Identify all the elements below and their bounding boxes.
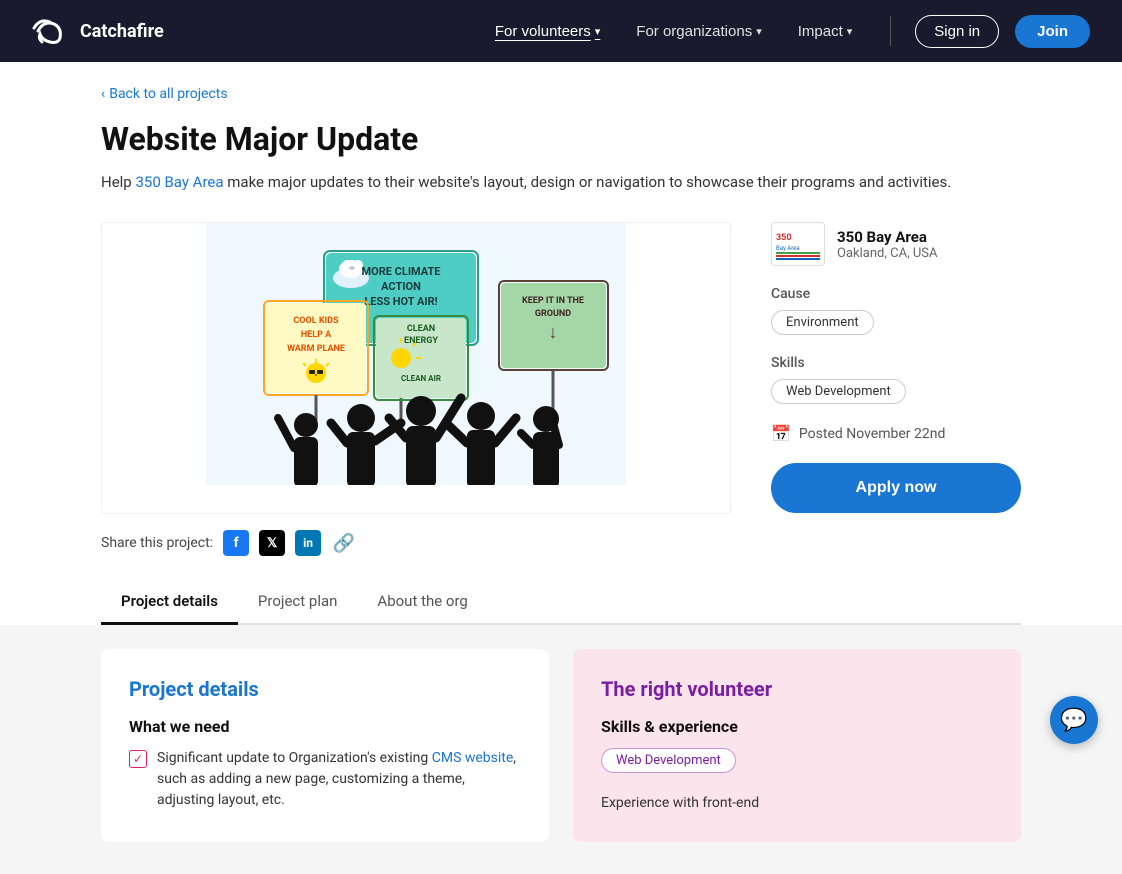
org-location: Oakland, CA, USA: [837, 246, 937, 261]
calendar-icon: 📅: [771, 424, 791, 443]
bottom-section: Project details What we need ✓ Significa…: [0, 625, 1122, 874]
tabs-bar: Project details Project plan About the o…: [101, 580, 1021, 625]
nav-organizations[interactable]: For organizations ▾: [622, 15, 775, 48]
org-name: 350 Bay Area: [837, 228, 937, 246]
svg-text:HELP A: HELP A: [301, 330, 332, 340]
join-button[interactable]: Join: [1015, 15, 1090, 48]
page-title: Website Major Update: [101, 120, 1021, 158]
share-label: Share this project:: [101, 535, 213, 551]
skills-exp-title: Skills & experience: [601, 717, 993, 736]
apply-button[interactable]: Apply now: [771, 463, 1021, 513]
desc-suffix: make major updates to their website's la…: [224, 173, 952, 191]
chevron-down-icon: ▾: [595, 25, 601, 38]
navigation: Catchafire For volunteers ▾ For organiza…: [0, 0, 1122, 62]
svg-text:ACTION: ACTION: [381, 280, 421, 293]
desc-prefix: Help: [101, 173, 135, 191]
detail-card: Project details What we need ✓ Significa…: [101, 649, 549, 842]
project-image: MORE CLIMATE ACTION LESS HOT AIR! CLEAN …: [101, 222, 731, 514]
svg-text:Bay Area: Bay Area: [776, 245, 800, 252]
svg-text:CLEAN AIR: CLEAN AIR: [401, 374, 441, 383]
tab-project-plan[interactable]: Project plan: [238, 580, 358, 625]
signin-button[interactable]: Sign in: [915, 15, 999, 48]
org-info: 350 Bay Area Oakland, CA, USA: [837, 228, 937, 261]
right-card: The right volunteer Skills & experience …: [573, 649, 1021, 842]
svg-text:CLEAN: CLEAN: [407, 324, 435, 334]
link-share-icon[interactable]: 🔗: [331, 530, 357, 556]
cms-link[interactable]: CMS website: [432, 750, 514, 766]
skills-tag: Web Development: [771, 379, 906, 404]
skill-tag-pink: Web Development: [601, 748, 736, 773]
chat-icon: 💬: [1060, 708, 1087, 733]
checkbox-icon: ✓: [129, 750, 147, 768]
chevron-down-icon: ▾: [756, 25, 762, 38]
checkbox-text: Significant update to Organization's exi…: [157, 748, 521, 811]
logo[interactable]: Catchafire: [32, 16, 164, 46]
nav-impact[interactable]: Impact ▾: [784, 15, 867, 48]
chevron-down-icon: ▾: [847, 25, 853, 38]
checkbox-row: ✓ Significant update to Organization's e…: [129, 748, 521, 811]
logo-text: Catchafire: [80, 21, 164, 42]
breadcrumb-label: Back to all projects: [109, 86, 227, 102]
org-card: 350 Bay Area 350 Bay Area Oakland, CA, U…: [771, 222, 1021, 266]
skills-label: Skills: [771, 355, 1021, 371]
cause-section: Cause Environment: [771, 286, 1021, 335]
tab-project-details[interactable]: Project details: [101, 580, 238, 625]
chat-button[interactable]: 💬: [1050, 696, 1098, 744]
svg-text:MORE CLIMATE: MORE CLIMATE: [361, 265, 440, 278]
org-link[interactable]: 350 Bay Area: [135, 173, 223, 191]
project-layout: MORE CLIMATE ACTION LESS HOT AIR! CLEAN …: [101, 222, 1021, 556]
bottom-cards: Project details What we need ✓ Significa…: [81, 649, 1041, 842]
svg-text:ENERGY: ENERGY: [404, 336, 438, 346]
svg-text:GROUND: GROUND: [535, 309, 571, 319]
right-card-title: The right volunteer: [601, 677, 993, 701]
cause-label: Cause: [771, 286, 1021, 302]
share-row: Share this project: f 𝕏 in 🔗: [101, 530, 731, 556]
nav-links: For volunteers ▾ For organizations ▾ Imp…: [481, 15, 1090, 48]
svg-text:WARM PLANE: WARM PLANE: [287, 344, 345, 354]
org-logo: 350 Bay Area: [771, 222, 825, 266]
svg-text:350: 350: [776, 233, 792, 243]
breadcrumb[interactable]: ‹ Back to all projects: [101, 86, 1021, 102]
project-image-column: MORE CLIMATE ACTION LESS HOT AIR! CLEAN …: [101, 222, 731, 556]
project-sidebar: 350 Bay Area 350 Bay Area Oakland, CA, U…: [771, 222, 1021, 513]
right-desc: Experience with front-end: [601, 793, 993, 814]
page-description: Help 350 Bay Area make major updates to …: [101, 170, 1021, 194]
posted-text: Posted November 22nd: [799, 426, 945, 442]
svg-text:LESS HOT AIR!: LESS HOT AIR!: [364, 295, 437, 308]
skills-section: Skills Web Development: [771, 355, 1021, 404]
cause-tag: Environment: [771, 310, 874, 335]
tab-about-org[interactable]: About the org: [357, 580, 487, 625]
twitter-share-icon[interactable]: 𝕏: [259, 530, 285, 556]
svg-text:KEEP IT IN THE: KEEP IT IN THE: [522, 296, 584, 306]
svg-text:COOL KIDS: COOL KIDS: [293, 316, 339, 326]
detail-card-title: Project details: [129, 677, 521, 701]
posted-row: 📅 Posted November 22nd: [771, 424, 1021, 443]
linkedin-share-icon[interactable]: in: [295, 530, 321, 556]
facebook-share-icon[interactable]: f: [223, 530, 249, 556]
nav-volunteers[interactable]: For volunteers ▾: [481, 15, 614, 48]
back-arrow-icon: ‹: [101, 86, 105, 102]
nav-divider: [890, 16, 891, 46]
svg-text:↓: ↓: [549, 322, 558, 343]
what-we-need-title: What we need: [129, 717, 521, 736]
